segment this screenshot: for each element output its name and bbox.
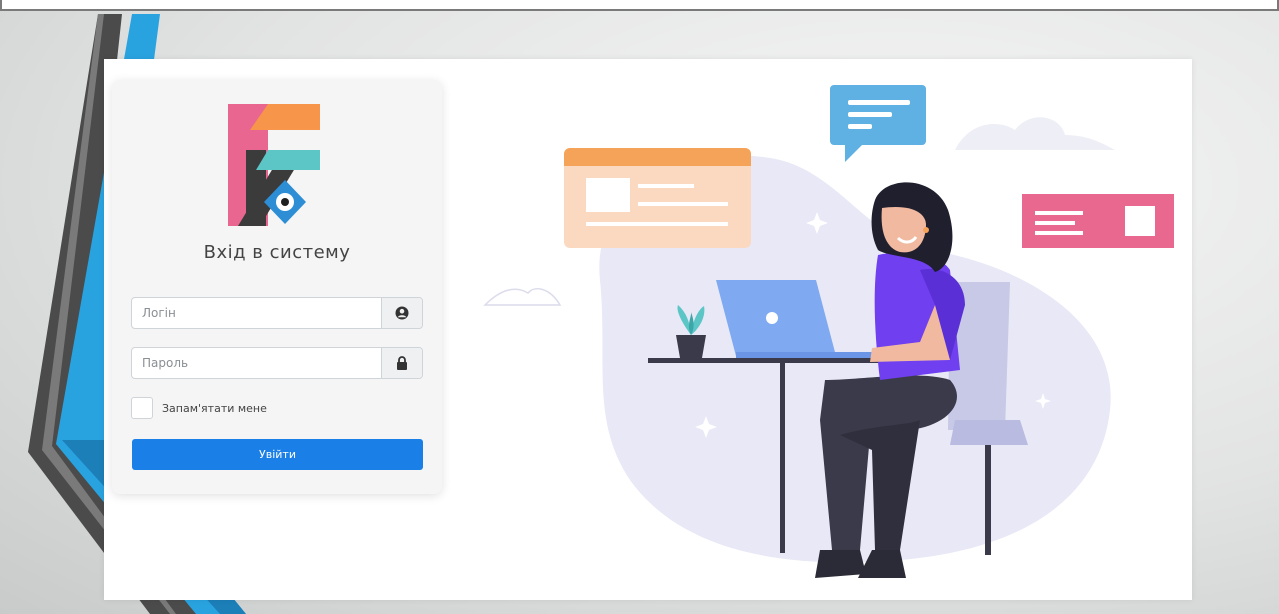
woman-with-laptop-illustration (483, 85, 1174, 578)
password-addon (381, 348, 422, 378)
user-circle-icon (395, 306, 409, 320)
lock-icon (397, 356, 407, 370)
remember-me-checkbox[interactable] (131, 397, 153, 419)
app-logo (228, 104, 320, 226)
password-input-group (131, 347, 423, 379)
login-submit-button[interactable]: Увійти (132, 439, 423, 470)
remember-me-row: Запам'ятати мене (131, 397, 267, 419)
login-input-group (131, 297, 423, 329)
login-input[interactable] (132, 298, 381, 328)
login-title: Вхід в систему (203, 242, 351, 263)
login-addon (381, 298, 422, 328)
remember-me-label: Запам'ятати мене (162, 401, 267, 415)
password-input[interactable] (132, 348, 381, 378)
